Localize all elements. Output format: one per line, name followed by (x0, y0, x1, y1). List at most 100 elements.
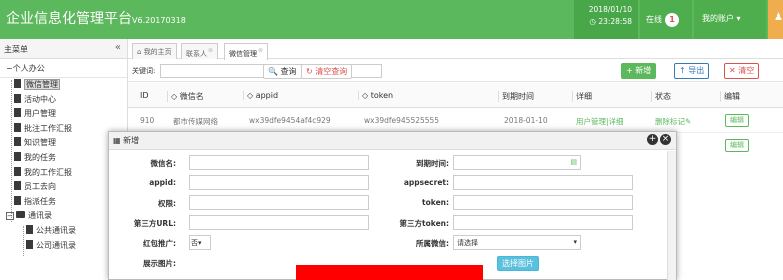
sidebar-item-wechat[interactable]: 微信管理 (0, 78, 127, 93)
cell-token: wx39dfe945525555 (364, 116, 440, 125)
file-icon (14, 181, 21, 191)
caret-down-icon: ▾ (198, 239, 202, 247)
app-version: V6.20170318 (132, 16, 186, 25)
column-header[interactable]: ◇ appid (243, 91, 278, 100)
file-icon (14, 137, 21, 147)
dialog-title: 新增 (123, 136, 140, 145)
expire-date-input[interactable]: ▤ (453, 155, 581, 170)
clear-all-button[interactable]: ✕ 清空 (724, 63, 760, 79)
file-icon (26, 239, 33, 249)
wechat-select[interactable]: 请选择 ▾ (453, 235, 581, 250)
dialog-title-bar[interactable]: ▦ 新增 + × (109, 132, 676, 150)
online-users-button[interactable]: 在线 1 (640, 0, 692, 39)
online-label: 在线 (646, 15, 662, 24)
file-icon (14, 151, 21, 161)
refresh-icon: ↻ (306, 67, 313, 76)
clear-query-button-label: 清空查询 (315, 67, 348, 76)
tab-bar: ⌂ 我的主页 联系人⊗ 微信管理⊗ (128, 39, 783, 60)
dialog-body: 微信名: 到期时间: ▤ appid: appsecret: 权限: token… (109, 151, 676, 280)
table-header: ID ◇ 微信名 ◇ appid ◇ token 到期时间 详细 状态 编辑 (128, 83, 783, 108)
third-token-label: 第三方token: (399, 219, 449, 228)
sidebar-item-label: 通讯录 (28, 211, 52, 221)
column-header[interactable]: ◇ 微信名 (167, 91, 204, 102)
tab-contacts[interactable]: 联系人⊗ (181, 43, 219, 59)
expire-label: 到期时间: (416, 159, 449, 168)
choose-image-button[interactable]: 选择图片 (497, 256, 539, 271)
cell-name: 都市传媒网络 (173, 117, 218, 126)
file-icon (14, 122, 21, 132)
hongbao-label: 红包推广: (143, 239, 176, 248)
sidebar-item-label: 活动中心 (24, 94, 56, 104)
edit-button[interactable]: 编辑 (725, 139, 749, 152)
file-icon (26, 224, 33, 234)
third-url-input[interactable] (189, 215, 369, 230)
close-icon: ✕ (729, 66, 736, 75)
keyword-label: 关键词: (132, 67, 156, 75)
tab-wechat[interactable]: 微信管理⊗ (224, 43, 269, 60)
image-preview (296, 265, 483, 280)
home-icon: ⌂ (137, 48, 142, 56)
form-row: 第三方URL: 第三方token: (109, 213, 667, 233)
sidebar-group-personal[interactable]: −个人办公 (0, 59, 127, 78)
sidebar-item-users[interactable]: 用户管理 (0, 107, 127, 122)
column-header-label: appid (255, 91, 279, 100)
column-header[interactable]: ◇ token (358, 91, 393, 100)
sidebar-item-label: 用户管理 (24, 109, 56, 119)
appsecret-input[interactable] (453, 175, 633, 190)
column-header[interactable]: 编辑 (720, 91, 740, 102)
column-header-label: token (370, 91, 394, 100)
wechat-name-label: 微信名: (150, 159, 177, 168)
file-icon (14, 166, 21, 176)
app-title: 企业信息化管理平台V6.20170318 (6, 8, 186, 28)
appid-input[interactable] (189, 175, 369, 190)
sidebar-item-activity[interactable]: 活动中心 (0, 93, 127, 108)
form-row: appid: appsecret: (109, 173, 667, 193)
close-icon[interactable]: × (660, 134, 671, 145)
new-button[interactable]: + 新增 (621, 63, 657, 79)
caret-down-icon: ▾ (736, 14, 741, 23)
edit-button[interactable]: 编辑 (725, 114, 749, 127)
dialog-scrollbar[interactable] (667, 151, 676, 280)
column-header[interactable]: ID (140, 91, 149, 100)
image-label: 展示图片: (143, 259, 176, 268)
account-menu-button[interactable]: 我的账户 ▾ (694, 0, 766, 39)
tab-home[interactable]: ⌂ 我的主页 (132, 43, 177, 59)
sort-icon: ◇ (362, 91, 369, 100)
clear-query-button[interactable]: ↻ 清空查询 (301, 64, 353, 79)
column-header-label: 微信名 (179, 92, 204, 101)
account-label: 我的账户 (702, 14, 734, 23)
wechat-name-input[interactable] (189, 155, 369, 170)
folder-icon (16, 211, 25, 219)
delete-mark-link[interactable]: 删除标记✎ (655, 116, 691, 127)
collapse-sidebar-button[interactable]: « (115, 42, 121, 53)
column-header[interactable]: 详细 (572, 91, 592, 102)
third-token-input[interactable] (453, 215, 633, 230)
form-row: 红包推广: 否▾ 所属微信: 请选择 ▾ (109, 233, 667, 253)
sidebar-item-label: 我的工作汇报 (24, 167, 72, 177)
clock: 2018/01/10 ◷ 23:28:58 (574, 0, 638, 39)
hongbao-select[interactable]: 否▾ (189, 235, 211, 250)
tab-label: 联系人 (186, 50, 207, 58)
appsecret-label: appsecret: (403, 178, 449, 187)
plus-icon: + (626, 66, 633, 75)
detail-link[interactable]: 用户管理|详细 (576, 116, 624, 127)
clear-all-button-label: 清空 (738, 66, 755, 75)
token-label: token: (422, 198, 449, 207)
sidebar-item-label: 批注工作汇报 (24, 123, 72, 133)
column-header[interactable]: 到期时间 (498, 91, 534, 102)
query-button[interactable]: 🔍 查询 (263, 64, 302, 79)
token-input[interactable] (453, 195, 633, 210)
permission-input[interactable] (189, 195, 369, 210)
maximize-icon[interactable]: + (647, 134, 658, 145)
clock-date: 2018/01/10 (588, 5, 632, 14)
close-icon[interactable]: ⊗ (258, 47, 263, 54)
table-row[interactable]: 910 都市传媒网络 wx39dfe9454af4c929 wx39dfe945… (128, 109, 783, 133)
export-button[interactable]: ↑ 导出 (674, 63, 710, 79)
third-url-label: 第三方URL: (133, 219, 176, 228)
column-header[interactable]: 状态 (651, 91, 671, 102)
user-icon[interactable]: ♟ (768, 0, 783, 39)
close-icon[interactable]: ⊗ (208, 47, 213, 54)
online-count-badge: 1 (665, 13, 679, 27)
export-button-label: 导出 (688, 66, 705, 75)
hongbao-value: 否 (191, 239, 198, 247)
